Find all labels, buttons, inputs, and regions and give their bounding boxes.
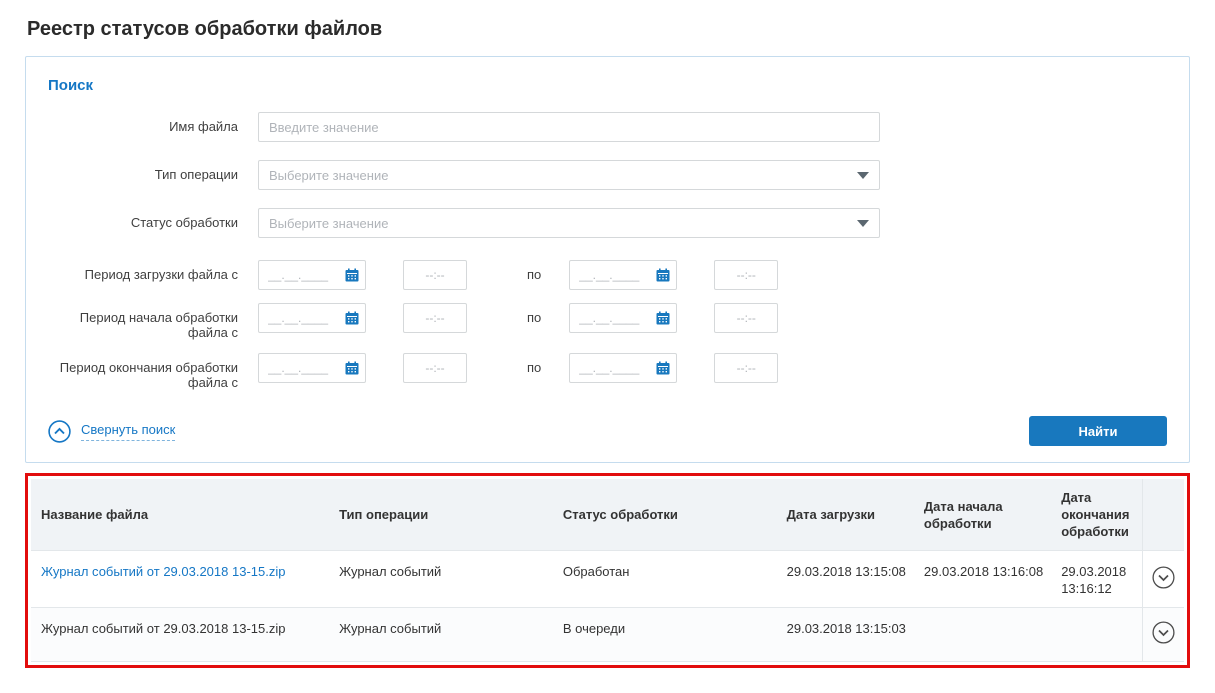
find-button[interactable]: Найти [1029,416,1167,446]
start-period-row: Период начала обработки файла с по [48,303,1167,340]
upload-date-to-field[interactable] [569,260,677,290]
chevron-down-icon [857,220,869,227]
search-panel-footer: Свернуть поиск Найти [48,416,1167,446]
search-heading: Поиск [48,77,1167,94]
operation-type-select[interactable]: Выберите значение [258,160,880,190]
end-date-cell: 29.03.2018 13:16:12 [1051,551,1142,608]
calendar-icon[interactable] [345,311,359,325]
files-table: Название файла Тип операции Статус обраб… [31,479,1184,662]
operation-type-label: Тип операции [48,160,238,182]
collapse-search-button[interactable]: Свернуть поиск [48,420,175,443]
actions-cell [1142,551,1184,608]
end-period-row: Период окончания обработки файла с по [48,353,1167,390]
table-highlight-border: Название файла Тип операции Статус обраб… [25,473,1190,668]
actions-cell [1142,608,1184,662]
start-time-from-input[interactable] [403,303,467,333]
file-name-input[interactable] [258,112,880,142]
column-header-start-date: Дата начала обработки [914,479,1051,551]
status-cell: В очереди [553,608,777,662]
operation-type-select-value: Выберите значение [269,168,388,183]
operation-type-cell: Журнал событий [329,608,553,662]
column-header-operation-type: Тип операции [329,479,553,551]
collapse-search-label: Свернуть поиск [81,422,175,441]
upload-period-label: Период загрузки файла с [48,260,238,282]
start-date-cell: 29.03.2018 13:16:08 [914,551,1051,608]
search-panel: Поиск Имя файла Тип операции Выберите зн… [25,56,1190,463]
upload-date-cell: 29.03.2018 13:15:03 [777,608,914,662]
table-row: Журнал событий от 29.03.2018 13-15.zip Ж… [31,551,1184,608]
file-name-cell: Журнал событий от 29.03.2018 13-15.zip [31,551,329,608]
upload-date-from-field[interactable] [258,260,366,290]
operation-type-row: Тип операции Выберите значение [48,160,1167,190]
end-period-label: Период окончания обработки файла с [48,353,238,390]
period-separator: по [527,353,541,375]
calendar-icon[interactable] [656,361,670,375]
start-time-to-input[interactable] [714,303,778,333]
processing-status-select-value: Выберите значение [269,216,388,231]
status-cell: Обработан [553,551,777,608]
file-name-cell: Журнал событий от 29.03.2018 13-15.zip [31,608,329,662]
period-separator: по [527,303,541,325]
processing-status-select[interactable]: Выберите значение [258,208,880,238]
start-period-label: Период начала обработки файла с [48,303,238,340]
column-header-upload-date: Дата загрузки [777,479,914,551]
calendar-icon[interactable] [345,268,359,282]
chevron-down-circle-icon [1152,621,1175,644]
operation-type-cell: Журнал событий [329,551,553,608]
page-title: Реестр статусов обработки файлов [27,18,1190,41]
expand-row-button[interactable] [1152,566,1175,589]
chevron-down-icon [857,172,869,179]
end-time-from-input[interactable] [403,353,467,383]
chevron-up-circle-icon [48,420,71,443]
column-header-actions [1142,479,1184,551]
end-time-to-input[interactable] [714,353,778,383]
column-header-status: Статус обработки [553,479,777,551]
end-date-cell [1051,608,1142,662]
processing-status-row: Статус обработки Выберите значение [48,208,1167,238]
upload-period-row: Период загрузки файла с по [48,260,1167,290]
column-header-file-name: Название файла [31,479,329,551]
column-header-end-date: Дата окончания обработки [1051,479,1142,551]
calendar-icon[interactable] [345,361,359,375]
start-date-from-field[interactable] [258,303,366,333]
calendar-icon[interactable] [656,268,670,282]
file-name-link[interactable]: Журнал событий от 29.03.2018 13-15.zip [41,564,285,579]
end-date-to-field[interactable] [569,353,677,383]
expand-row-button[interactable] [1152,621,1175,644]
calendar-icon[interactable] [656,311,670,325]
processing-status-label: Статус обработки [48,208,238,230]
start-date-cell [914,608,1051,662]
file-name-row: Имя файла [48,112,1167,142]
upload-date-cell: 29.03.2018 13:15:08 [777,551,914,608]
period-separator: по [527,260,541,282]
page: Реестр статусов обработки файлов Поиск И… [0,0,1215,668]
start-date-to-field[interactable] [569,303,677,333]
table-header-row: Название файла Тип операции Статус обраб… [31,479,1184,551]
chevron-down-circle-icon [1152,566,1175,589]
table-row: Журнал событий от 29.03.2018 13-15.zip Ж… [31,608,1184,662]
upload-time-to-input[interactable] [714,260,778,290]
upload-time-from-input[interactable] [403,260,467,290]
file-name-label: Имя файла [48,112,238,134]
file-name-text: Журнал событий от 29.03.2018 13-15.zip [41,621,285,636]
end-date-from-field[interactable] [258,353,366,383]
